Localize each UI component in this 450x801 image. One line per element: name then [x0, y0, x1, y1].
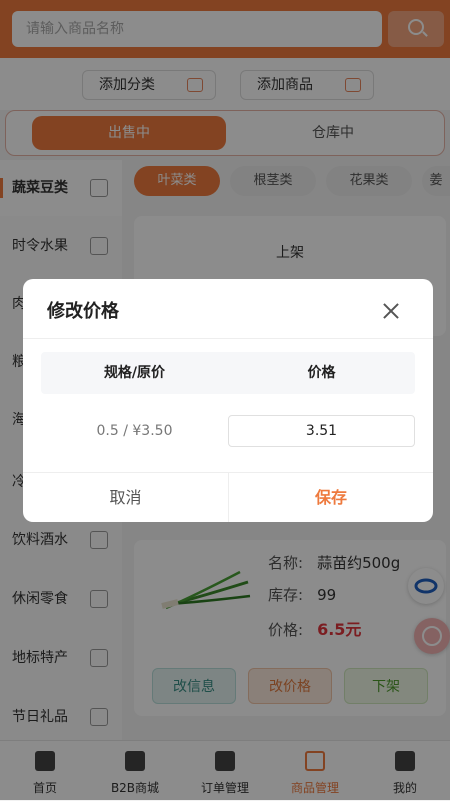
- edit-price-dialog: 修改价格 规格/原价 价格 0.5 / ¥3.50 3.51 取消 保存: [23, 279, 433, 522]
- close-icon[interactable]: [381, 301, 401, 321]
- price-input[interactable]: 3.51: [228, 415, 415, 447]
- divider: [23, 338, 433, 339]
- dialog-title: 修改价格: [47, 301, 119, 322]
- spec-original-price: 0.5 / ¥3.50: [96, 423, 173, 439]
- price-table-header: 规格/原价 价格: [41, 352, 415, 394]
- column-header-price: 价格: [307, 365, 336, 381]
- dialog-footer: 取消 保存: [23, 472, 433, 522]
- column-header-spec: 规格/原价: [103, 365, 166, 381]
- cancel-button[interactable]: 取消: [23, 473, 228, 522]
- save-button[interactable]: 保存: [229, 473, 433, 522]
